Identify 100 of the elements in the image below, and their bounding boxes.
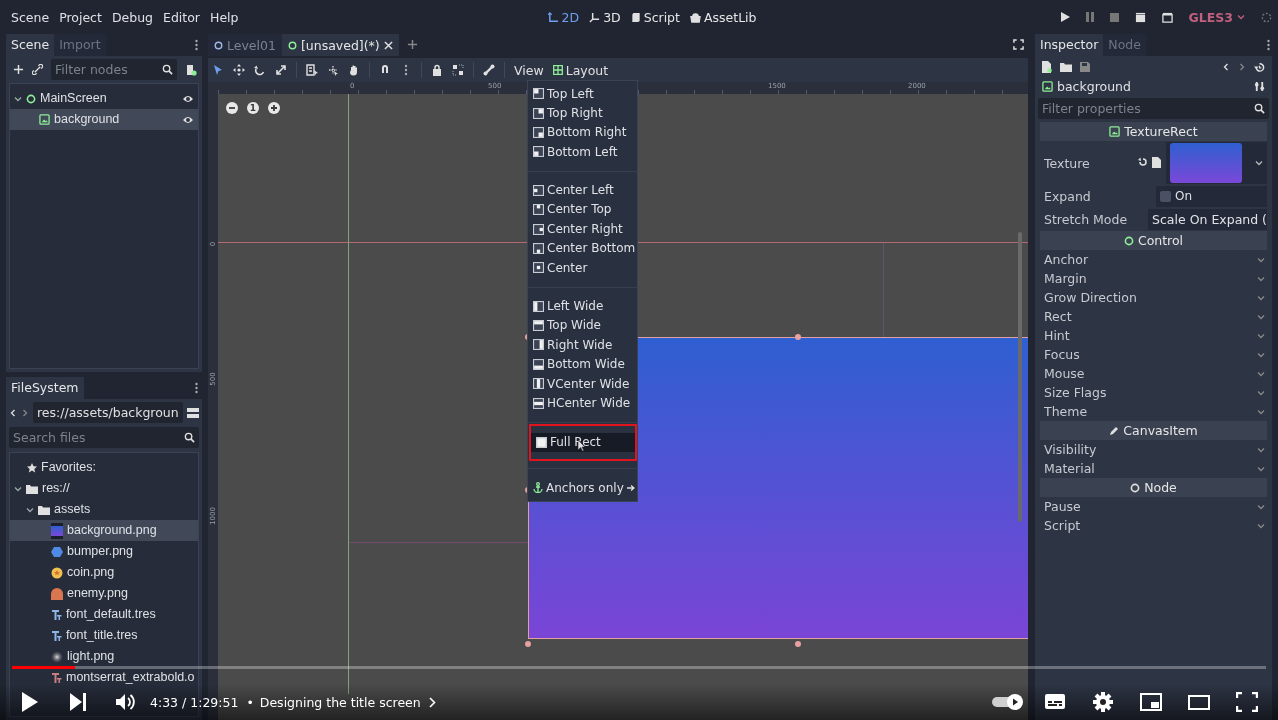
menu-item[interactable]: Scene [6,9,55,25]
menu-item[interactable]: Right Wide [528,335,637,355]
property-group[interactable]: Hint [1038,326,1269,345]
property-group[interactable]: Anchor [1038,250,1269,269]
tree-item[interactable]: coin.png [10,562,198,583]
menu-item[interactable]: HCenter Wide [528,393,637,413]
chevron-left-icon[interactable] [1222,63,1230,71]
menu-item[interactable]: Center [528,258,637,278]
new-resource-icon[interactable] [1042,61,1052,73]
tools-icon[interactable] [1254,81,1265,92]
menu-item[interactable]: Center Top [528,199,637,220]
zoom-in-icon[interactable] [268,102,280,114]
tree-item[interactable]: assets [10,499,198,520]
history-icon[interactable] [1254,61,1265,73]
tree-item[interactable]: light.png [10,646,198,667]
menu-item[interactable]: Top Right [528,103,637,123]
stop-icon[interactable] [1109,12,1119,22]
zoom-reset-button[interactable]: 1 [247,102,259,114]
miniplayer-icon[interactable] [1140,692,1162,712]
workspace-tab[interactable]: Script [625,9,685,25]
menu-item[interactable]: Top Wide [528,315,637,336]
property-group[interactable]: Margin [1038,269,1269,288]
filter-input[interactable]: Filter properties [1042,101,1250,116]
chevron-down-icon[interactable] [1257,407,1265,416]
select-arrow-icon[interactable] [212,64,224,76]
play-icon[interactable] [22,692,38,712]
resize-handle[interactable] [525,641,531,647]
editor-tab[interactable]: [unsaved](*) [281,34,399,56]
chevron-down-icon[interactable] [1257,274,1265,283]
pivot-icon[interactable] [327,64,339,76]
next-icon[interactable] [70,693,86,711]
resize-handle[interactable] [795,641,801,647]
property-group[interactable]: Theme [1038,402,1269,421]
menu-item[interactable]: Center Left [528,180,637,200]
chevron-right-icon[interactable] [21,408,29,417]
chevron-down-icon[interactable] [1257,255,1265,264]
clapperboard-icon[interactable] [1134,11,1146,23]
property-group[interactable]: Material [1038,459,1269,478]
chevron-down-icon[interactable] [1257,445,1265,454]
zoom-out-icon[interactable] [226,102,238,114]
menu-item[interactable]: Center Bottom [528,238,637,259]
property-group[interactable]: Rect [1038,307,1269,326]
workspace-tab[interactable]: AssetLib [684,9,762,25]
rotate-icon[interactable] [254,64,266,76]
dock-tab[interactable]: Inspector [1035,34,1104,56]
menu-item[interactable]: Anchors only [528,478,637,498]
section-header[interactable]: TextureRect [1040,122,1267,141]
editor-tab[interactable]: Level01 [208,34,282,56]
chevron-down-icon[interactable] [14,484,22,493]
view-menu-button[interactable]: View [514,62,544,78]
chevron-down-icon[interactable] [1257,464,1265,473]
chevron-down-icon[interactable] [1257,331,1265,340]
add-icon[interactable] [406,39,418,50]
layout-menu-button[interactable]: Layout [552,62,609,78]
more-options-icon[interactable] [1267,39,1270,51]
chevron-down-icon[interactable] [1255,159,1263,167]
chevron-down-icon[interactable] [1257,502,1265,511]
lock-icon[interactable] [431,64,443,76]
property-group[interactable]: Focus [1038,345,1269,364]
menu-item[interactable]: Bottom Right [528,122,637,143]
tree-item[interactable]: font_title.tres [10,625,198,646]
filter-field[interactable]: Filter properties [1038,98,1269,119]
property-group[interactable]: Mouse [1038,364,1269,383]
fullscreen-icon[interactable] [1013,39,1024,50]
tree-item[interactable]: background.png [10,520,198,541]
property-group[interactable]: Pause [1038,497,1269,516]
menu-item[interactable]: VCenter Wide [528,374,637,394]
section-header[interactable]: Node [1040,478,1267,497]
chevron-right-icon[interactable] [1238,63,1246,71]
chevron-left-icon[interactable] [9,408,17,417]
open-folder-icon[interactable] [1060,62,1072,72]
pause-icon[interactable] [1085,12,1094,22]
chevron-down-icon[interactable] [1257,388,1265,397]
pan-hand-icon[interactable] [348,64,360,76]
resource-icon[interactable] [1152,157,1162,168]
group-icon[interactable] [452,64,464,76]
menu-item[interactable]: Bottom Left [528,142,637,162]
tree-item[interactable]: res:// [10,478,198,499]
settings-icon[interactable] [1092,692,1114,712]
chevron-down-icon[interactable] [14,94,22,103]
list-view-icon[interactable] [187,406,199,419]
progress-track[interactable] [12,666,1266,669]
more-options-icon[interactable] [195,39,198,51]
scrollbar[interactable] [1018,232,1022,522]
chevron-down-icon[interactable] [1257,369,1265,378]
move-icon[interactable] [233,64,245,76]
visibility-eye-icon[interactable] [182,114,194,125]
section-header[interactable]: CanvasItem [1040,421,1267,440]
menu-item[interactable]: Bottom Wide [528,354,637,375]
workspace-tab[interactable]: 2D [542,9,585,25]
dock-tab[interactable]: Scene [6,34,55,56]
property-group[interactable]: Script [1038,516,1269,535]
snap-icon[interactable] [379,64,391,76]
property-group[interactable]: Size Flags [1038,383,1269,402]
workspace-tab[interactable]: 3D [584,9,626,25]
volume-icon[interactable] [116,693,136,711]
play-icon[interactable] [1060,12,1070,22]
menu-item[interactable]: Debug [106,9,158,25]
chevron-down-icon[interactable] [26,505,34,514]
tree-item[interactable]: montserrat_extrabold.o [10,667,198,688]
